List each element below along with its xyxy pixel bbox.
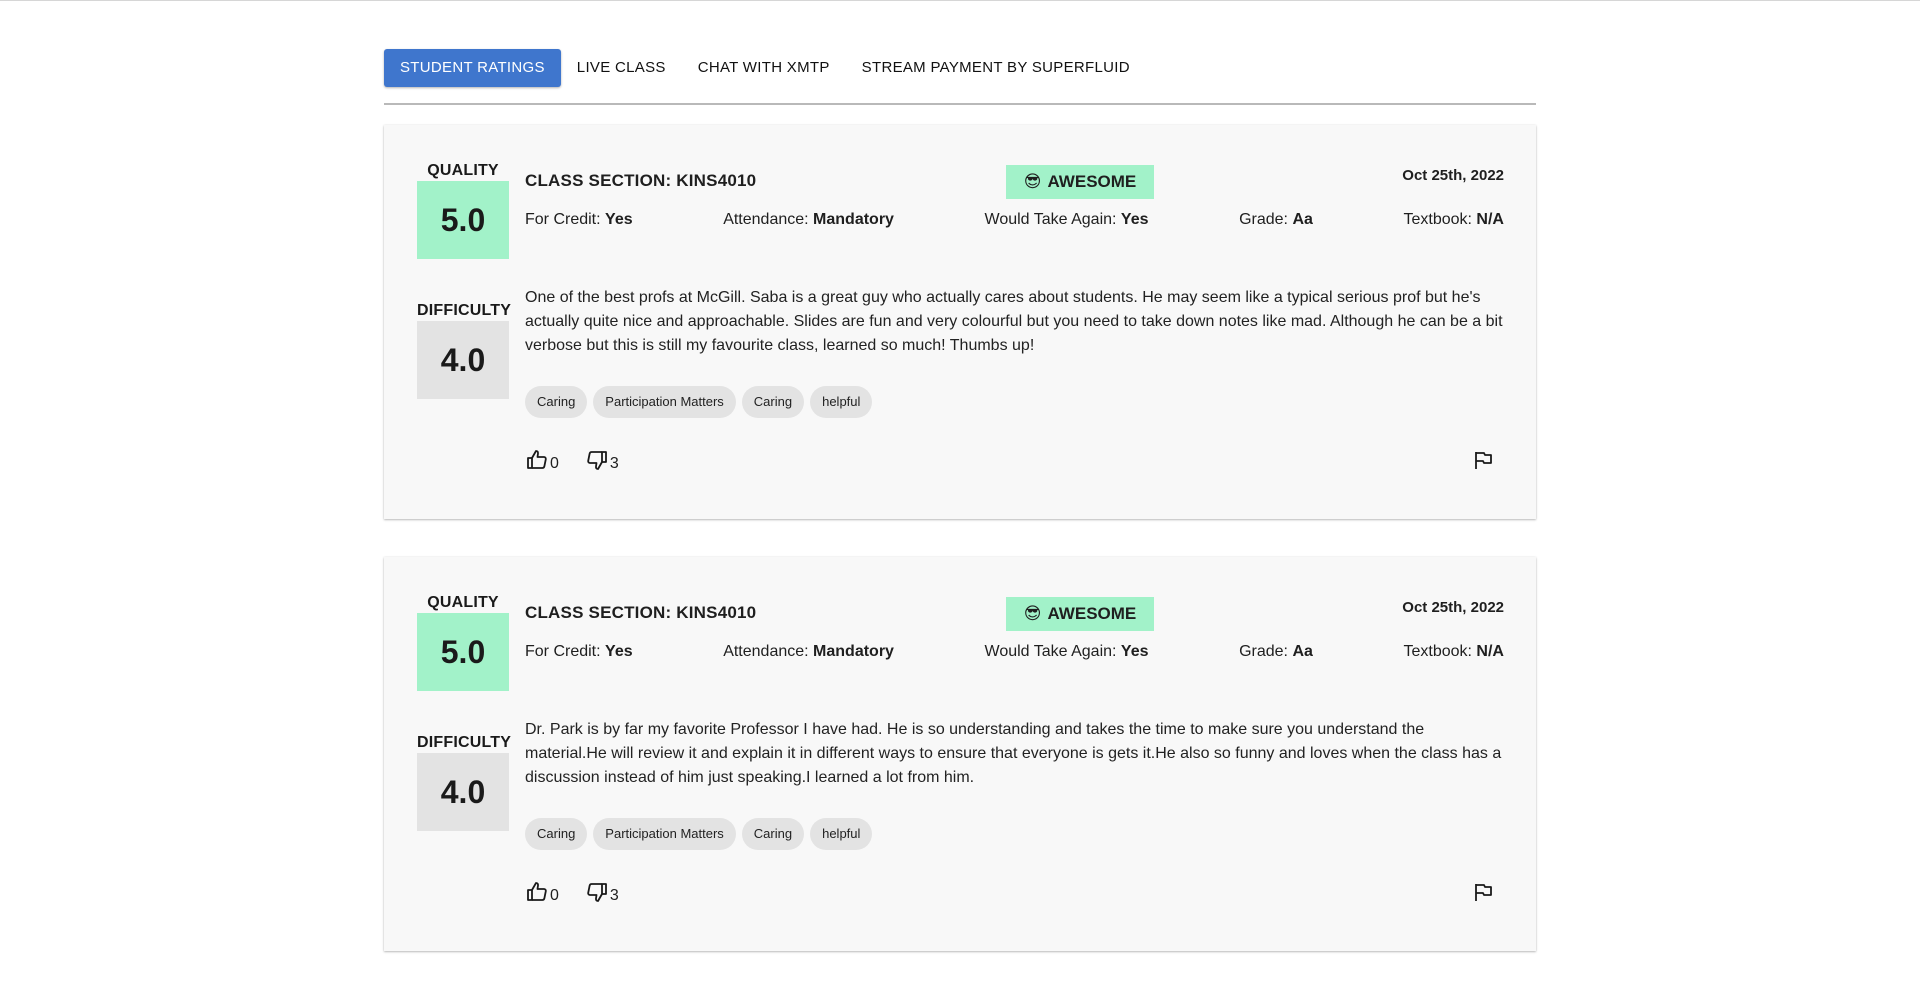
- vote-controls: 0 3: [525, 880, 619, 904]
- quality-label: QUALITY: [427, 594, 499, 611]
- tag-chip: Caring: [741, 818, 805, 850]
- rating-meta: For Credit: Yes Attendance: Mandatory Wo…: [525, 211, 1504, 229]
- ratings-page: STUDENT RATINGS LIVE CLASS CHAT WITH XMT…: [384, 49, 1536, 951]
- difficulty-label: DIFFICULTY: [417, 734, 512, 751]
- thumbs-down-button[interactable]: 3: [585, 880, 619, 904]
- tab-bar: STUDENT RATINGS LIVE CLASS CHAT WITH XMT…: [384, 49, 1536, 105]
- rating-meta: For Credit: Yes Attendance: Mandatory Wo…: [525, 643, 1504, 661]
- quality-value: 5.0: [417, 181, 509, 259]
- class-section: CLASS SECTION: KINS4010: [525, 171, 757, 190]
- meta-textbook: Textbook: N/A: [1403, 211, 1504, 228]
- thumbs-up-count: 0: [550, 887, 559, 904]
- tab-chat-with-xmtp[interactable]: CHAT WITH XMTP: [682, 49, 846, 87]
- difficulty-value: 4.0: [417, 753, 509, 831]
- tag-chip: helpful: [810, 386, 873, 418]
- tab-student-ratings[interactable]: STUDENT RATINGS: [384, 49, 561, 87]
- rating-header: CLASS SECTION: KINS4010 😎 AWESOME Oct 25t…: [525, 597, 1504, 631]
- badge-label: AWESOME: [1047, 172, 1137, 191]
- quality-score: QUALITY 5.0: [417, 593, 509, 691]
- rating-card: QUALITY 5.0 DIFFICULTY 4.0 CLASS SECTION…: [384, 557, 1536, 951]
- difficulty-score: DIFFICULTY 4.0: [417, 733, 512, 831]
- tag-chip: Caring: [741, 386, 805, 418]
- meta-grade: Grade: Aa: [1239, 211, 1313, 228]
- rating-date: Oct 25th, 2022: [1402, 167, 1504, 184]
- thumbs-down-count: 3: [609, 455, 619, 472]
- thumbs-up-icon: [527, 450, 547, 469]
- rating-card: QUALITY 5.0 DIFFICULTY 4.0 CLASS SECTION…: [384, 125, 1536, 519]
- difficulty-value: 4.0: [417, 321, 509, 399]
- class-section: CLASS SECTION: KINS4010: [525, 603, 757, 622]
- meta-attendance: Attendance: Mandatory: [723, 643, 894, 660]
- tag-chip: Caring: [525, 386, 588, 418]
- meta-would-take-again: Would Take Again: Yes: [984, 211, 1149, 228]
- rating-comment: Dr. Park is by far my favorite Professor…: [525, 721, 1502, 786]
- meta-grade: Grade: Aa: [1239, 643, 1313, 660]
- thumbs-up-count: 0: [550, 455, 559, 472]
- rating-header: CLASS SECTION: KINS4010 😎 AWESOME Oct 25t…: [525, 165, 1504, 199]
- rating-content: CLASS SECTION: KINS4010 😎 AWESOME Oct 25t…: [525, 557, 1504, 951]
- sunglasses-emoji-icon: 😎: [1023, 172, 1042, 192]
- meta-for-credit: For Credit: Yes: [525, 211, 633, 228]
- flag-icon[interactable]: [1472, 449, 1494, 471]
- quality-label: QUALITY: [427, 162, 499, 179]
- difficulty-label: DIFFICULTY: [417, 302, 512, 319]
- rating-comment: One of the best profs at McGill. Saba is…: [525, 289, 1503, 354]
- rating-date: Oct 25th, 2022: [1402, 599, 1504, 616]
- tag-list: Caring Participation Matters Caring help…: [525, 818, 873, 850]
- quality-value: 5.0: [417, 613, 509, 691]
- rating-badge: 😎 AWESOME: [1006, 165, 1154, 199]
- meta-for-credit: For Credit: Yes: [525, 643, 633, 660]
- meta-attendance: Attendance: Mandatory: [723, 211, 894, 228]
- top-divider: [0, 0, 1920, 1]
- tag-chip: helpful: [810, 818, 873, 850]
- sunglasses-emoji-icon: 😎: [1023, 604, 1042, 624]
- thumbs-down-icon: [587, 883, 607, 902]
- vote-controls: 0 3: [525, 448, 619, 472]
- quality-score: QUALITY 5.0: [417, 161, 509, 259]
- tag-list: Caring Participation Matters Caring help…: [525, 386, 873, 418]
- thumbs-down-count: 3: [609, 887, 619, 904]
- rating-content: CLASS SECTION: KINS4010 😎 AWESOME Oct 25t…: [525, 125, 1504, 519]
- badge-label: AWESOME: [1047, 604, 1137, 623]
- tag-chip: Participation Matters: [593, 818, 736, 850]
- tab-live-class[interactable]: LIVE CLASS: [561, 49, 682, 87]
- flag-icon[interactable]: [1472, 881, 1494, 903]
- meta-textbook: Textbook: N/A: [1403, 643, 1504, 660]
- meta-would-take-again: Would Take Again: Yes: [984, 643, 1149, 660]
- thumbs-down-button[interactable]: 3: [585, 448, 619, 472]
- thumbs-up-icon: [527, 882, 547, 901]
- tab-stream-payment[interactable]: STREAM PAYMENT BY SUPERFLUID: [846, 49, 1146, 87]
- thumbs-down-icon: [587, 451, 607, 470]
- rating-badge: 😎 AWESOME: [1006, 597, 1154, 631]
- tag-chip: Caring: [525, 818, 588, 850]
- tag-chip: Participation Matters: [593, 386, 736, 418]
- thumbs-up-button[interactable]: 0: [525, 880, 559, 904]
- difficulty-score: DIFFICULTY 4.0: [417, 301, 512, 399]
- thumbs-up-button[interactable]: 0: [525, 448, 559, 472]
